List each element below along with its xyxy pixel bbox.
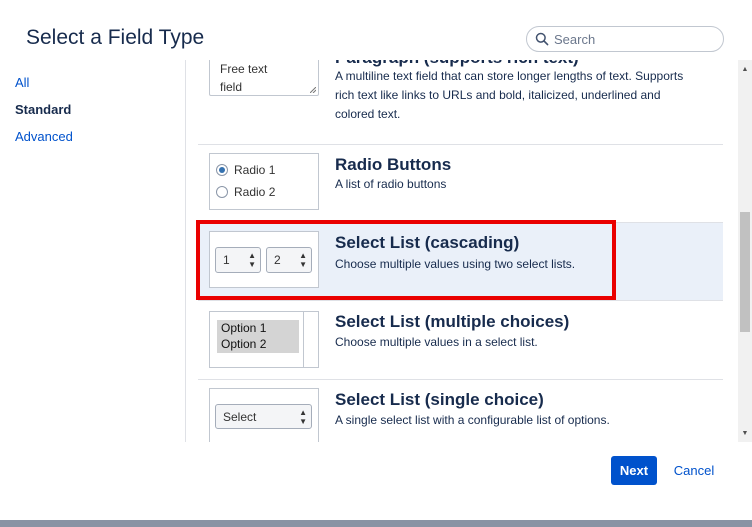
next-button[interactable]: Next [611, 456, 657, 485]
list-scrollbar[interactable]: ▲ ▼ [738, 60, 752, 442]
page-bottom-bar [0, 520, 752, 527]
nav-item-standard[interactable]: Standard [15, 101, 175, 128]
radio-option-2: Radio 2 [234, 185, 276, 199]
cascading-preview: 1 ▲ ▼ 2 ▲ ▼ [209, 231, 319, 288]
scroll-thumb[interactable] [740, 212, 750, 332]
field-description: A list of radio buttons [335, 177, 447, 191]
field-row-paragraph[interactable]: Free text field Paragraph (supports rich… [198, 60, 723, 145]
select-arrows-icon: ▲ ▼ [299, 251, 307, 269]
resize-grip-icon [310, 87, 316, 93]
category-nav: All Standard Advanced [15, 74, 175, 155]
field-title: Select List (single choice) [335, 390, 544, 409]
multi-select-box: Option 1 Option 2 [217, 320, 299, 353]
scroll-down-icon[interactable]: ▼ [738, 426, 752, 440]
field-description: Choose multiple values in a select list. [335, 335, 538, 349]
multi-select-scroll-track [303, 312, 304, 367]
dialog-title: Select a Field Type [26, 26, 205, 49]
cancel-button[interactable]: Cancel [670, 456, 718, 485]
field-type-list[interactable]: Free text field Paragraph (supports rich… [186, 60, 738, 442]
field-row-radio-buttons[interactable]: Radio 1 Radio 2 Radio Buttons A list of … [198, 145, 723, 223]
cascading-value-2: 2 [274, 253, 281, 267]
radio-option-1: Radio 1 [234, 163, 276, 177]
select-arrows-icon: ▲ ▼ [299, 408, 307, 426]
single-select-value: Select [223, 410, 257, 424]
multi-option-1: Option 1 [221, 321, 267, 335]
select-field-type-dialog: Select a Field Type All Standard Advance… [0, 0, 752, 520]
single-select-preview: Select ▲ ▼ [209, 388, 319, 442]
paragraph-preview: Free text field [209, 60, 319, 96]
search-box[interactable] [526, 26, 724, 52]
cascading-select-2: 2 ▲ ▼ [266, 247, 312, 273]
field-title: Radio Buttons [335, 155, 452, 174]
nav-item-advanced[interactable]: Advanced [15, 128, 175, 155]
multi-option-2: Option 2 [221, 337, 267, 351]
field-row-select-cascading[interactable]: 1 ▲ ▼ 2 ▲ ▼ Select List (cascading) Choose… [198, 223, 723, 301]
radio-checked-icon [216, 164, 228, 176]
search-icon [535, 32, 549, 46]
preview-text-line2: field [220, 80, 243, 94]
radio-unchecked-icon [216, 186, 228, 198]
field-description: Choose multiple values using two select … [335, 257, 576, 271]
nav-item-all[interactable]: All [15, 74, 175, 101]
field-description: A multiline text field that can store lo… [335, 69, 684, 121]
field-row-select-multiple[interactable]: Option 1 Option 2 Select List (multiple … [198, 301, 723, 380]
single-select: Select ▲ ▼ [215, 404, 312, 429]
field-description: A single select list with a configurable… [335, 413, 610, 427]
cascading-select-1: 1 ▲ ▼ [215, 247, 261, 273]
field-title: Select List (multiple choices) [335, 312, 570, 331]
field-title: Select List (cascading) [335, 233, 520, 252]
select-arrows-icon: ▲ ▼ [248, 251, 256, 269]
search-input[interactable] [554, 31, 714, 47]
scroll-up-icon[interactable]: ▲ [738, 62, 752, 76]
cascading-value-1: 1 [223, 253, 230, 267]
radio-preview: Radio 1 Radio 2 [209, 153, 319, 210]
multi-select-preview: Option 1 Option 2 [209, 311, 319, 368]
field-row-select-single[interactable]: Select ▲ ▼ Select List (single choice) A … [198, 380, 723, 442]
preview-text-line1: Free text [220, 62, 268, 76]
